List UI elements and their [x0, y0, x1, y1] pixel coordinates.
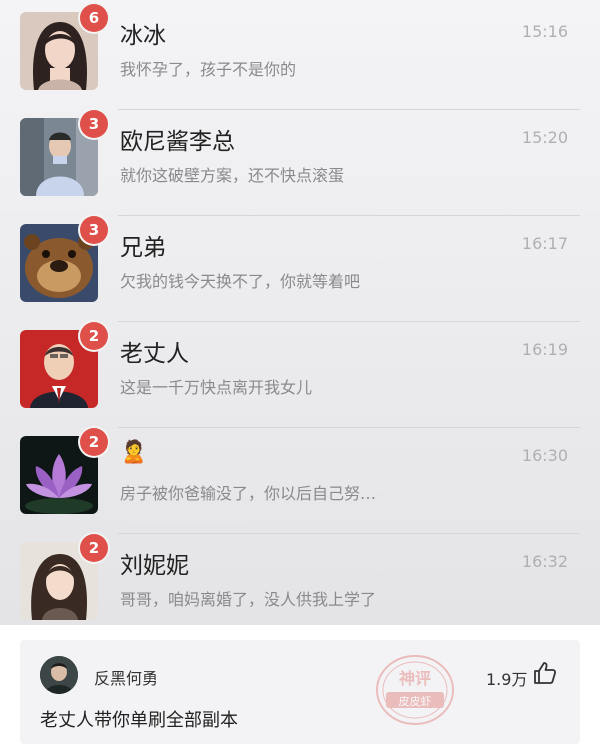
unread-badge: 3: [80, 110, 108, 138]
chat-name: 冰冰: [120, 23, 166, 49]
comment-card: 反黑何勇 神评 皮皮虾 1.9万 老丈人带你单刷全部副本: [20, 640, 580, 744]
chat-time: 16:19: [521, 340, 568, 359]
chat-name: 🙎: [120, 440, 148, 465]
unread-badge: 2: [80, 428, 108, 456]
unread-badge: 2: [80, 322, 108, 350]
chat-preview: 欠我的钱今天换不了，你就等着吧: [120, 272, 361, 291]
chat-row[interactable]: 3 兄弟 欠我的钱今天换不了，你就等着吧 16:17: [0, 216, 600, 322]
chat-row[interactable]: 6 冰冰 我怀孕了，孩子不是你的 15:16: [0, 4, 600, 110]
commenter-avatar[interactable]: [40, 656, 78, 694]
unread-badge: 6: [80, 4, 108, 32]
chat-list-screenshot: 6 冰冰 我怀孕了，孩子不是你的 15:16 3 欧尼酱李总 就你这破壁方案，还…: [0, 0, 600, 625]
like-count: 1.9万: [486, 670, 528, 689]
unread-badge: 2: [80, 534, 108, 562]
chat-preview: 就你这破壁方案，还不快点滚蛋: [120, 166, 345, 185]
comment-text: 老丈人带你单刷全部副本: [40, 710, 238, 731]
chat-row[interactable]: 2 老丈人 这是一千万快点离开我女儿 16:19: [0, 322, 600, 428]
chat-preview: 这是一千万快点离开我女儿: [120, 378, 313, 397]
unread-badge: 3: [80, 216, 108, 244]
chat-name: 刘妮妮: [120, 553, 189, 579]
chat-name: 老丈人: [120, 341, 189, 367]
commenter-name[interactable]: 反黑何勇: [94, 665, 158, 689]
chat-preview: 房子被你爸输没了，你以后自己努…: [120, 484, 377, 503]
chat-row[interactable]: 2 🙎 房子被你爸输没了，你以后自己努… 16:30: [0, 428, 600, 534]
chat-preview: 哥哥，咱妈离婚了，没人供我上学了: [120, 590, 377, 609]
stamp-text-top: 神评: [399, 669, 431, 688]
chat-time: 16:17: [521, 234, 568, 253]
chat-name: 欧尼酱李总: [120, 129, 235, 155]
chat-time: 16:32: [521, 552, 568, 571]
chat-name: 兄弟: [120, 235, 166, 261]
chat-row[interactable]: 3 欧尼酱李总 就你这破壁方案，还不快点滚蛋 15:20: [0, 110, 600, 216]
chat-row[interactable]: 2 刘妮妮 哥哥，咱妈离婚了，没人供我上学了 16:32: [0, 534, 600, 625]
thumbs-up-icon[interactable]: [532, 660, 558, 686]
chat-time: 15:16: [521, 22, 568, 41]
stamp-text-bottom: 皮皮虾: [399, 695, 432, 708]
chat-time: 15:20: [521, 128, 568, 147]
chat-preview: 我怀孕了，孩子不是你的: [120, 60, 297, 79]
shenping-stamp-icon: 神评 皮皮虾: [370, 650, 460, 730]
chat-time: 16:30: [521, 446, 568, 465]
